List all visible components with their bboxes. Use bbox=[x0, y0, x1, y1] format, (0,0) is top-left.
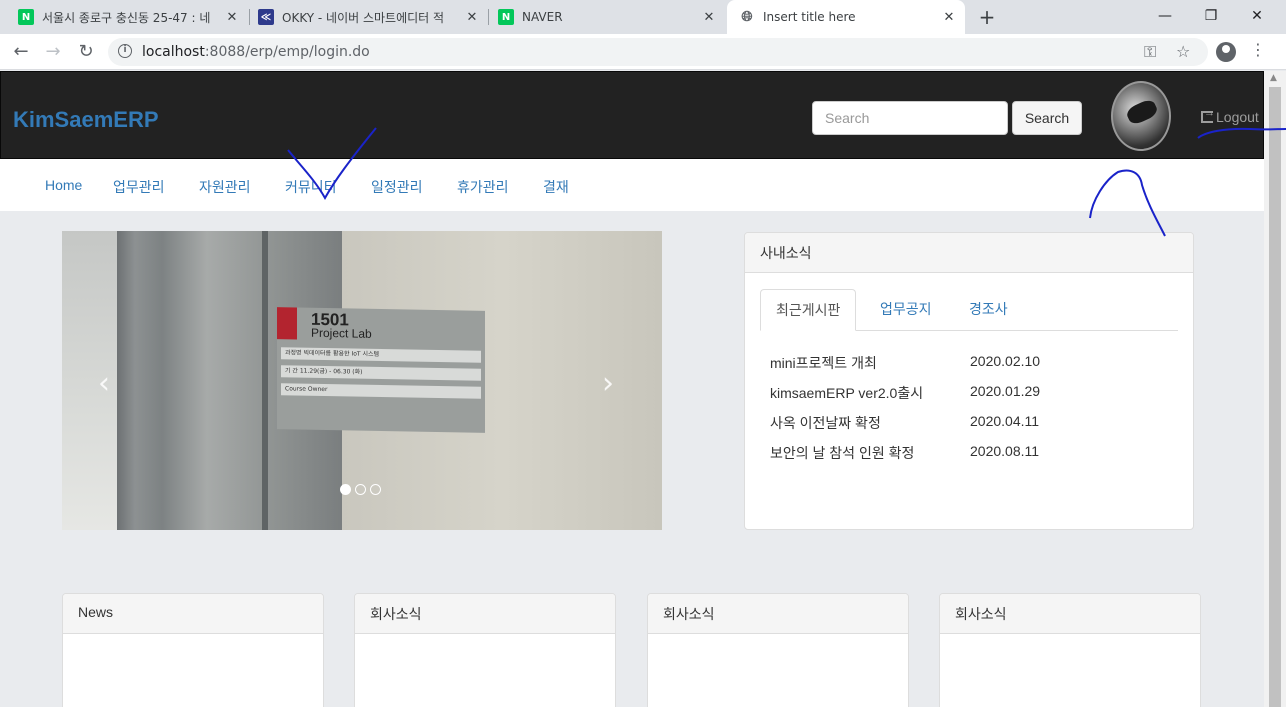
close-icon[interactable]: ✕ bbox=[941, 10, 957, 25]
new-tab-button[interactable]: + bbox=[976, 5, 998, 29]
menu-item-approval[interactable]: 결재 bbox=[543, 177, 569, 197]
carousel-indicators bbox=[340, 484, 381, 495]
company-news-card: 회사소식 bbox=[354, 593, 616, 707]
url-text[interactable]: localhost:8088/erp/emp/login.do bbox=[142, 44, 370, 60]
forward-button[interactable]: → bbox=[41, 40, 65, 64]
window-close-button[interactable]: ✕ bbox=[1234, 3, 1280, 29]
news-title[interactable]: 보안의 날 참석 인원 확정 bbox=[770, 443, 914, 463]
scroll-up-icon[interactable]: ▲ bbox=[1270, 73, 1277, 83]
globe-icon: 🌐︎ bbox=[741, 9, 753, 25]
list-item[interactable]: 사옥 이전날짜 확정 2020.04.11 bbox=[770, 413, 1070, 443]
naver-icon: N bbox=[18, 9, 34, 25]
browser-tab-bar: N 서울시 종로구 충신동 25-47 : 네 ✕ ≪ OKKY - 네이버 스… bbox=[0, 0, 1286, 34]
menu-item-home[interactable]: Home bbox=[45, 177, 82, 193]
main-menu: Home 업무관리 자원관리 커뮤니티 일정관리 휴가관리 결재 bbox=[0, 159, 1264, 211]
company-news-card: 회사소식 bbox=[939, 593, 1201, 707]
news-title[interactable]: kimsaemERP ver2.0출시 bbox=[770, 383, 923, 403]
carousel-prev-icon[interactable]: ‹ bbox=[98, 366, 110, 401]
scroll-thumb[interactable] bbox=[1269, 87, 1281, 707]
tab-divider bbox=[488, 9, 489, 25]
restore-button[interactable]: ❐ bbox=[1188, 3, 1234, 29]
news-title[interactable]: 사옥 이전날짜 확정 bbox=[770, 413, 881, 433]
tab-recent-board[interactable]: 최근게시판 bbox=[760, 289, 857, 331]
sign-row: Course Owner bbox=[281, 383, 481, 399]
tab-title: OKKY - 네이버 스마트에디터 적 bbox=[282, 10, 445, 25]
news-date: 2020.08.11 bbox=[970, 443, 1040, 459]
logout-label: Logout bbox=[1216, 109, 1259, 125]
star-icon[interactable]: ☆ bbox=[1176, 42, 1190, 61]
search-button[interactable]: Search bbox=[1012, 101, 1082, 135]
key-icon[interactable]: ⚿ bbox=[1144, 42, 1156, 62]
news-date: 2020.04.11 bbox=[970, 413, 1040, 429]
tab-title: 서울시 종로구 충신동 25-47 : 네 bbox=[42, 10, 211, 25]
reload-button[interactable]: ↻ bbox=[74, 40, 98, 64]
browser-tab[interactable]: N 서울시 종로구 충신동 25-47 : 네 ✕ bbox=[10, 0, 248, 34]
brand-logo[interactable]: KimSaemERP bbox=[13, 107, 159, 133]
panel-heading: 회사소식 bbox=[355, 594, 615, 634]
address-toolbar: ← → ↻ i localhost:8088/erp/emp/login.do … bbox=[0, 34, 1286, 70]
company-news-card: 회사소식 bbox=[647, 593, 909, 707]
search-input[interactable]: Search bbox=[812, 101, 1008, 135]
carousel-next-icon[interactable]: › bbox=[602, 366, 614, 401]
panel-heading: 회사소식 bbox=[648, 594, 908, 634]
news-title[interactable]: mini프로젝트 개최 bbox=[770, 353, 877, 373]
tab-work-notice[interactable]: 업무공지 bbox=[865, 289, 947, 331]
menu-item-work[interactable]: 업무관리 bbox=[113, 177, 165, 197]
carousel-indicator[interactable] bbox=[370, 484, 381, 495]
list-item[interactable]: 보안의 날 참석 인원 확정 2020.08.11 bbox=[770, 443, 1070, 473]
browser-tab-active[interactable]: 🌐︎ Insert title here ✕ bbox=[727, 0, 965, 34]
browser-tab[interactable]: ≪ OKKY - 네이버 스마트에디터 적 ✕ bbox=[250, 0, 488, 34]
menu-item-resources[interactable]: 자원관리 bbox=[199, 177, 251, 197]
sign-red-stripe bbox=[277, 307, 297, 340]
info-icon[interactable]: i bbox=[118, 44, 132, 58]
menu-item-schedule[interactable]: 일정관리 bbox=[371, 177, 423, 197]
tab-title: NAVER bbox=[522, 10, 563, 24]
close-icon[interactable]: ✕ bbox=[464, 10, 480, 25]
company-news-panel: 사내소식 최근게시판 업무공지 경조사 mini프로젝트 개최 2020.02.… bbox=[744, 232, 1194, 530]
room-sign: 1501 Project Lab 과정명 빅데이터를 활용한 IoT 시스템 기… bbox=[277, 307, 485, 433]
back-button[interactable]: ← bbox=[9, 40, 33, 64]
menu-icon[interactable]: ⋮ bbox=[1250, 40, 1266, 59]
sign-row: 기 간 11.29(금) - 06.30 (화) bbox=[281, 365, 481, 381]
news-date: 2020.01.29 bbox=[970, 383, 1041, 399]
sign-label: Project Lab bbox=[311, 325, 372, 341]
panel-heading: 회사소식 bbox=[940, 594, 1200, 634]
panel-heading: News bbox=[63, 594, 323, 634]
naver-icon: N bbox=[498, 9, 514, 25]
carousel-photo-door-edge bbox=[262, 231, 268, 530]
image-carousel: 1501 Project Lab 과정명 빅데이터를 활용한 IoT 시스템 기… bbox=[62, 231, 662, 530]
url-host: localhost bbox=[142, 44, 205, 60]
okky-icon: ≪ bbox=[258, 9, 274, 25]
carousel-indicator[interactable] bbox=[340, 484, 351, 495]
url-path: :8088/erp/emp/login.do bbox=[204, 44, 370, 60]
logout-link[interactable]: Logout bbox=[1201, 107, 1259, 125]
news-list: mini프로젝트 개최 2020.02.10 kimsaemERP ver2.0… bbox=[770, 353, 1070, 473]
news-card: News bbox=[62, 593, 324, 707]
menu-item-vacation[interactable]: 휴가관리 bbox=[457, 177, 509, 197]
list-item[interactable]: kimsaemERP ver2.0출시 2020.01.29 bbox=[770, 383, 1070, 413]
account-icon[interactable] bbox=[1216, 42, 1236, 62]
sign-row: 과정명 빅데이터를 활용한 IoT 시스템 bbox=[281, 347, 481, 363]
page-scrollbar[interactable]: ▲ bbox=[1264, 71, 1286, 707]
logout-icon bbox=[1201, 107, 1215, 123]
panel-heading: 사내소식 bbox=[745, 233, 1193, 273]
carousel-indicator[interactable] bbox=[355, 484, 366, 495]
address-bar[interactable]: i localhost:8088/erp/emp/login.do ⚿ ☆ bbox=[108, 38, 1208, 66]
avatar[interactable] bbox=[1111, 81, 1171, 151]
close-icon[interactable]: ✕ bbox=[224, 10, 240, 25]
tab-events[interactable]: 경조사 bbox=[954, 289, 1023, 331]
list-item[interactable]: mini프로젝트 개최 2020.02.10 bbox=[770, 353, 1070, 383]
news-date: 2020.02.10 bbox=[970, 353, 1041, 369]
top-navbar: KimSaemERP Search Search Logout bbox=[0, 71, 1264, 159]
page-viewport: KimSaemERP Search Search Logout Home 업무관… bbox=[0, 71, 1286, 707]
menu-item-community[interactable]: 커뮤니티 bbox=[285, 177, 337, 197]
browser-tab[interactable]: N NAVER ✕ bbox=[490, 0, 725, 34]
tab-title: Insert title here bbox=[763, 10, 856, 24]
news-tabs: 최근게시판 업무공지 경조사 bbox=[760, 289, 1178, 331]
minimize-button[interactable]: — bbox=[1142, 3, 1188, 29]
close-icon[interactable]: ✕ bbox=[701, 10, 717, 25]
